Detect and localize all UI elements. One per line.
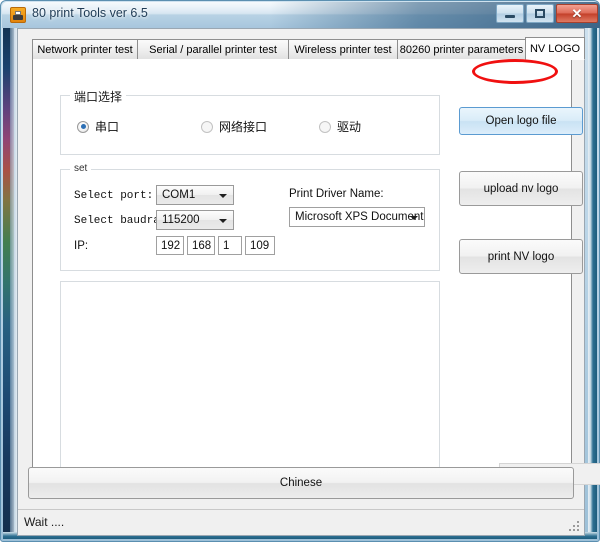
tab-label: 80260 printer parameters xyxy=(399,43,524,56)
chevron-down-icon xyxy=(219,219,227,223)
select-port-label: Select port: xyxy=(74,190,154,202)
radio-network-port[interactable]: 网络接口 xyxy=(201,118,267,135)
chevron-down-icon xyxy=(410,216,418,220)
radio-label: 驱动 xyxy=(337,120,362,134)
select-baudrate-label: Select baudrat xyxy=(74,215,167,227)
ip-octet-2-value: 168 xyxy=(192,239,212,252)
print-nv-logo-label: print NV logo xyxy=(487,250,555,263)
select-baudrate-value: 115200 xyxy=(162,214,200,226)
tab-nv-logo[interactable]: NV LOGO xyxy=(525,37,585,60)
radio-serial-port[interactable]: 串口 xyxy=(77,118,119,135)
application-window: 80 print Tools ver 6.5 ✕ Network printer… xyxy=(0,0,600,542)
close-button[interactable]: ✕ xyxy=(556,4,598,23)
status-message: Wait .... xyxy=(24,515,65,529)
printer-icon xyxy=(10,7,26,23)
window-left-edge-fade xyxy=(10,27,17,539)
tab-label: NV LOGO xyxy=(529,42,581,55)
settings-group: set Select port: Select baudrat IP: Prin… xyxy=(60,163,440,271)
settings-group-title: set xyxy=(70,163,92,174)
minimize-icon xyxy=(497,5,523,22)
ip-octet-3-value: 1 xyxy=(223,239,230,252)
select-port-dropdown[interactable]: COM1 xyxy=(156,185,234,205)
ip-octet-4-value: 109 xyxy=(250,239,270,252)
upload-nv-logo-label: upload nv logo xyxy=(483,182,559,195)
open-logo-file-button[interactable]: Open logo file xyxy=(459,107,583,135)
tab-label: Network printer test xyxy=(37,43,133,56)
ip-octet-2-input[interactable]: 168 xyxy=(187,236,215,255)
title-bar[interactable]: 80 print Tools ver 6.5 ✕ xyxy=(2,2,600,28)
open-logo-file-label: Open logo file xyxy=(485,115,557,127)
minimize-button[interactable] xyxy=(496,4,524,23)
logo-preview-panel[interactable] xyxy=(60,281,440,475)
status-bar: Wait .... xyxy=(18,509,584,535)
tab-strip: Network printer test Serial / parallel p… xyxy=(32,37,585,60)
maximize-button[interactable] xyxy=(526,4,554,23)
print-driver-dropdown[interactable]: Microsoft XPS Document xyxy=(289,207,425,227)
ip-octet-3-input[interactable]: 1 xyxy=(218,236,242,255)
print-driver-value: Microsoft XPS Document xyxy=(295,211,424,223)
resize-grip[interactable] xyxy=(569,521,581,533)
print-nv-logo-button[interactable]: print NV logo xyxy=(459,239,583,274)
ip-octet-4-input[interactable]: 109 xyxy=(245,236,275,255)
select-baudrate-dropdown[interactable]: 115200 xyxy=(156,210,234,230)
port-selection-group-title: 端口选择 xyxy=(70,88,127,105)
tab-page-nv-logo: 端口选择 串口 网络接口 驱动 set Select port: Select … xyxy=(32,59,600,485)
tab-wireless-printer-test[interactable]: Wireless printer test xyxy=(288,39,398,59)
radio-indicator xyxy=(201,120,213,133)
client-area: Network printer test Serial / parallel p… xyxy=(17,28,600,536)
language-toggle-button[interactable]: Chinese xyxy=(28,467,574,499)
language-toggle-label: Chinese xyxy=(279,477,323,489)
upload-nv-logo-button[interactable]: upload nv logo xyxy=(459,171,583,206)
tab-network-printer-test[interactable]: Network printer test xyxy=(32,39,138,59)
close-icon: ✕ xyxy=(571,5,583,21)
tab-80260-printer-parameters[interactable]: 80260 printer parameters xyxy=(397,39,526,59)
tab-label: Serial / parallel printer test xyxy=(149,43,277,56)
tab-serial-parallel-printer-test[interactable]: Serial / parallel printer test xyxy=(137,39,289,59)
select-port-value: COM1 xyxy=(162,189,196,201)
radio-label: 串口 xyxy=(95,120,120,134)
chevron-down-icon xyxy=(219,194,227,198)
radio-indicator xyxy=(77,120,89,133)
ip-octet-1-value: 192 xyxy=(161,239,181,252)
radio-indicator xyxy=(319,120,331,133)
tab-label: Wireless printer test xyxy=(294,43,392,56)
window-title: 80 print Tools ver 6.5 xyxy=(32,6,148,20)
maximize-icon xyxy=(527,5,553,22)
print-driver-name-label: Print Driver Name: xyxy=(289,188,384,200)
ip-label: IP: xyxy=(74,240,89,252)
radio-label: 网络接口 xyxy=(219,120,268,134)
ip-octet-1-input[interactable]: 192 xyxy=(156,236,184,255)
radio-driver-port[interactable]: 驱动 xyxy=(319,118,361,135)
port-selection-group: 端口选择 串口 网络接口 驱动 xyxy=(60,88,440,155)
